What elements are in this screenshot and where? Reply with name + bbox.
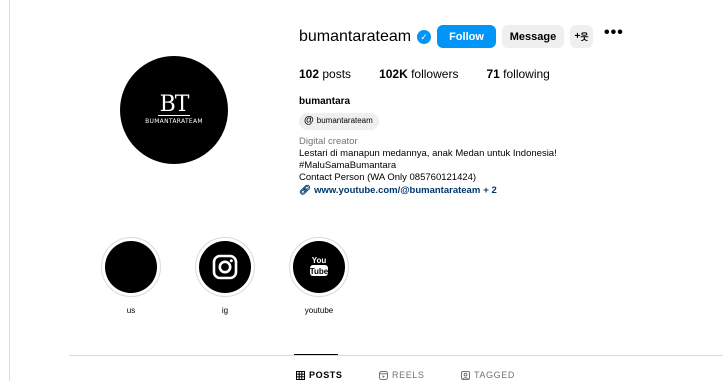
- posts-stat: 102 posts: [299, 67, 351, 81]
- bio-contact: Contact Person (WA Only 085760121424): [299, 172, 477, 184]
- tabs-divider: [69, 355, 723, 356]
- highlight-item[interactable]: us: [101, 237, 161, 315]
- link-icon: 🔗︎: [299, 184, 312, 196]
- highlight-label: youtube: [304, 306, 334, 315]
- add-user-icon[interactable]: + 웃: [570, 25, 593, 48]
- following-stat[interactable]: 71 following: [486, 67, 549, 81]
- bio-link[interactable]: 🔗︎ www.youtube.com/@bumantarateam + 2: [299, 185, 599, 197]
- tab-posts[interactable]: POSTS: [296, 370, 343, 380]
- highlight-cover: [105, 241, 157, 293]
- profile-bio: bumantara @ bumantarateam Digital creato…: [299, 96, 599, 197]
- svg-text:Tube: Tube: [310, 267, 329, 276]
- highlight-item[interactable]: You Tube youtube: [289, 237, 349, 315]
- highlight-label: ig: [221, 306, 229, 315]
- following-label: following: [503, 67, 550, 81]
- youtube-icon: You Tube: [310, 256, 329, 276]
- follow-button[interactable]: Follow: [437, 25, 496, 48]
- avatar-monogram: BT: [157, 92, 191, 117]
- highlight-ring[interactable]: You Tube: [289, 237, 349, 297]
- highlight-ring[interactable]: [195, 237, 255, 297]
- tab-posts-label: POSTS: [309, 370, 343, 380]
- profile-username: bumantarateam: [299, 28, 412, 45]
- following-count: 71: [486, 67, 500, 81]
- highlight-ring[interactable]: [101, 237, 161, 297]
- threads-badge[interactable]: @ bumantarateam: [299, 113, 379, 130]
- bio-link-extra[interactable]: + 2: [483, 185, 496, 197]
- avatar-brand-text: BUMANTARATEAM: [145, 118, 203, 125]
- followers-count: 102K: [379, 67, 408, 81]
- tab-reels-label: REELS: [392, 370, 425, 380]
- tagged-icon: [461, 370, 470, 380]
- tab-reels[interactable]: REELS: [379, 370, 425, 380]
- tab-tagged-label: TAGGED: [474, 370, 515, 380]
- bio-line: Lestari di manapun medannya, anak Medan …: [299, 147, 557, 159]
- reels-icon: [379, 370, 388, 380]
- highlight-label: us: [126, 306, 136, 315]
- profile-avatar[interactable]: BT BUMANTARATEAM: [120, 56, 228, 164]
- profile-stats: 102 posts 102K followers 71 following: [299, 67, 578, 81]
- more-options-icon[interactable]: •••: [604, 25, 624, 45]
- svg-text:You: You: [312, 256, 327, 265]
- grid-icon: [296, 370, 305, 380]
- profile-category: Digital creator: [299, 135, 358, 147]
- bio-link-url[interactable]: www.youtube.com/@bumantarateam: [314, 185, 480, 197]
- profile-display-name: bumantara: [299, 96, 351, 107]
- posts-label: posts: [322, 67, 352, 81]
- followers-label: followers: [411, 67, 459, 81]
- highlight-cover: [199, 241, 251, 293]
- highlight-cover: You Tube: [293, 241, 345, 293]
- followers-stat[interactable]: 102K followers: [379, 67, 458, 81]
- message-button[interactable]: Message: [502, 25, 564, 48]
- bio-hashtag[interactable]: #MaluSamaBumantara: [299, 160, 599, 172]
- tab-tagged[interactable]: TAGGED: [461, 370, 515, 380]
- highlight-item[interactable]: ig: [195, 237, 255, 315]
- verified-badge-icon: ✓: [417, 30, 432, 44]
- profile-header: bumantarateam ✓: [299, 25, 432, 49]
- threads-handle: bumantarateam: [316, 116, 373, 126]
- profile-page: BT BUMANTARATEAM bumantarateam ✓ Follow …: [0, 0, 723, 381]
- sidebar-divider: [9, 0, 10, 381]
- instagram-icon: [212, 254, 238, 280]
- threads-icon: @: [304, 115, 314, 127]
- active-tab-indicator: [294, 354, 338, 355]
- posts-count: 102: [299, 67, 320, 81]
